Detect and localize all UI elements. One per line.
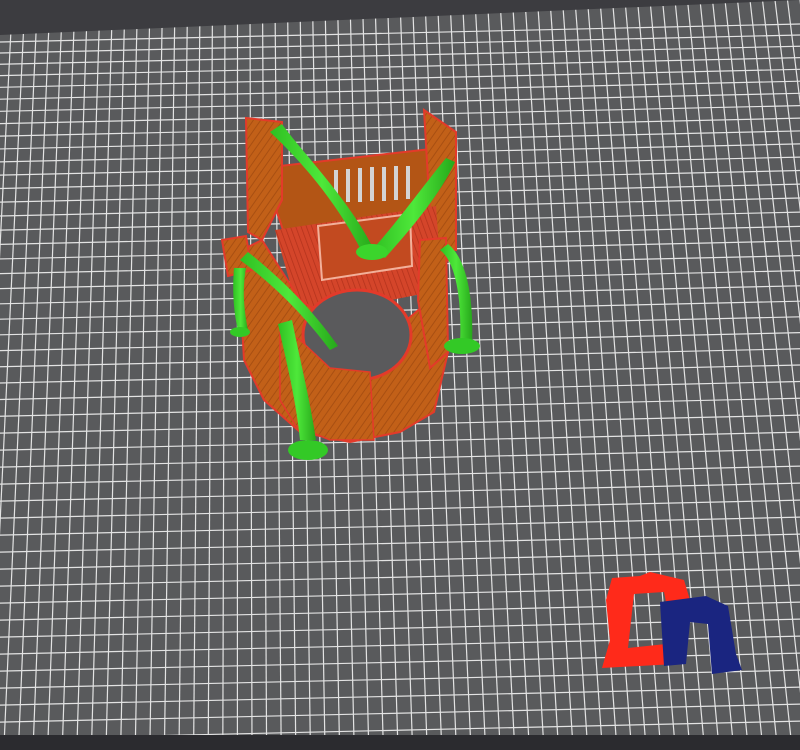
viewport-bottom-edge — [0, 735, 800, 750]
print-bed-scene — [0, 0, 800, 750]
3d-viewport[interactable] — [0, 0, 800, 750]
